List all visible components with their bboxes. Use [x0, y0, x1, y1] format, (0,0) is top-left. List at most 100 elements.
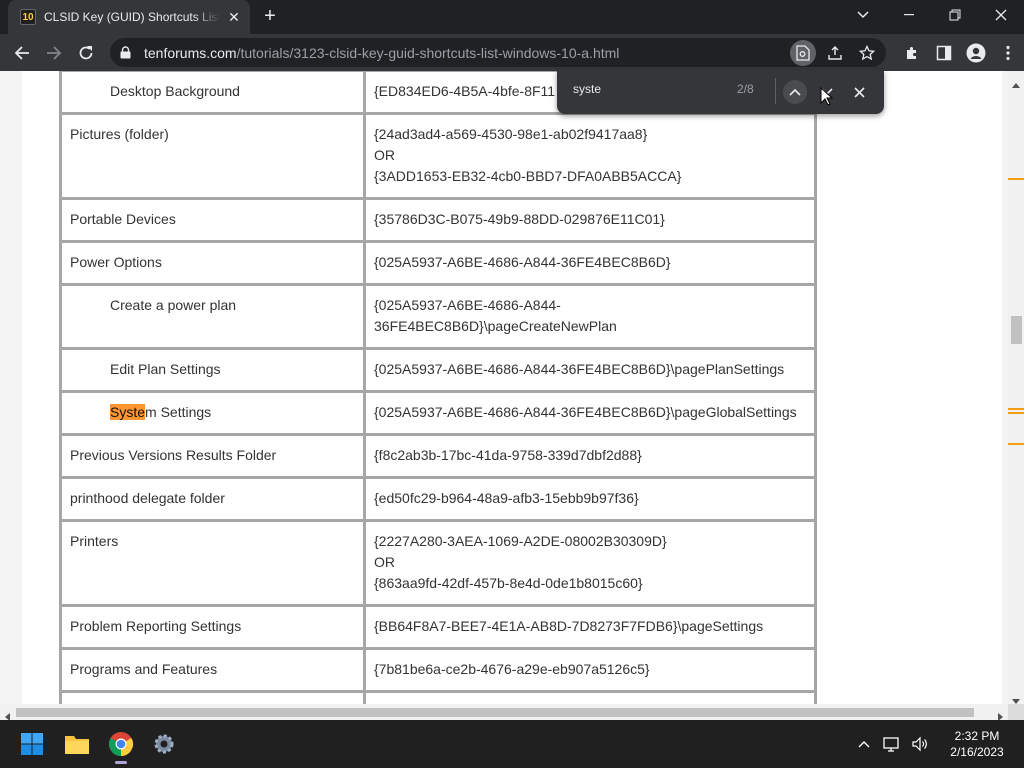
find-match-marker	[1008, 412, 1024, 414]
address-bar[interactable]: tenforums.com/tutorials/3123-clsid-key-g…	[110, 38, 886, 67]
horizontal-scrollbar[interactable]	[0, 704, 1008, 721]
file-explorer-folder-icon[interactable]	[59, 726, 95, 762]
vertical-scrollbar[interactable]	[1008, 71, 1024, 704]
windows-start-icon[interactable]	[14, 726, 50, 762]
find-divider	[775, 78, 776, 104]
row-guid-cell: {025A5937-A6BE-4686-A844- 36FE4BEC8B6D}\…	[363, 283, 817, 350]
scroll-down-arrow-icon[interactable]	[1012, 692, 1020, 704]
share-icon[interactable]	[822, 40, 848, 66]
url-text: tenforums.com/tutorials/3123-clsid-key-g…	[144, 45, 619, 61]
url-path: /tutorials/3123-clsid-key-guid-shortcuts…	[236, 44, 620, 61]
row-guid-cell: {24ad3ad4-a569-4530-98e1-ab02f9417aa8} O…	[363, 112, 817, 200]
tab-title: CLSID Key (GUID) Shortcuts List f	[44, 10, 220, 24]
table-row: printhood delegate folder {ed50fc29-b964-…	[59, 476, 817, 522]
more-menu-icon[interactable]	[992, 38, 1024, 67]
restore-icon[interactable]	[932, 0, 978, 30]
row-name-cell: Desktop Background	[59, 71, 366, 115]
find-input[interactable]: syste	[573, 82, 601, 96]
omnibox-actions	[784, 40, 880, 66]
extensions-puzzle-icon[interactable]	[896, 38, 928, 67]
row-name-cell: printhood delegate folder	[59, 476, 366, 522]
tab-strip: 10 CLSID Key (GUID) Shortcuts List f ✕ +	[0, 0, 1024, 34]
find-match-marker	[1008, 178, 1024, 180]
row-name-cell: Programs and Features	[59, 647, 366, 693]
table-row: Power Options {025A5937-A6BE-4686-A844-36…	[59, 240, 817, 286]
row-guid-cell: {025A5937-A6BE-4686-A844-36FE4BEC8B6D}	[363, 240, 817, 286]
find-bar: syste 2/8	[557, 70, 884, 114]
horizontal-scroll-thumb[interactable]	[16, 708, 974, 717]
minimize-icon[interactable]	[886, 0, 932, 30]
tenforums-favicon-icon: 10	[20, 9, 36, 25]
url-host: tenforums.com	[144, 44, 237, 61]
find-previous-chevron-up-icon[interactable]	[783, 80, 807, 104]
table-row: Programs and Features {7b81be6a-ce2b-4676…	[59, 647, 817, 693]
reload-icon[interactable]	[72, 39, 100, 67]
side-panel-icon[interactable]	[928, 38, 960, 67]
taskbar-clock[interactable]: 2:32 PM 2/16/2023	[942, 728, 1012, 760]
system-tray: 2:32 PM 2/16/2023	[850, 720, 1024, 768]
table-row: Problem Reporting Settings {BB64F8A7-BEE7…	[59, 604, 817, 650]
find-highlight: Syste	[110, 404, 146, 420]
row-name-cell: Portable Devices	[59, 197, 366, 243]
table-row: Pictures (folder) {24ad3ad4-a569-4530-98e…	[59, 112, 817, 200]
row-guid-cell: {35786D3C-B075-49b9-88DD-029876E11C01}	[363, 197, 817, 243]
table-row: Portable Devices {35786D3C-B075-49b9-88DD…	[59, 197, 817, 243]
row-name-cell: Public (folder)	[59, 690, 366, 704]
speaker-volume-icon[interactable]	[909, 733, 931, 755]
row-guid-cell: {025A5937-A6BE-4686-A844-36FE4BEC8B6D}\p…	[363, 347, 817, 393]
table-row: Public (folder){4336a54d-038b-4685-ab02-…	[59, 690, 817, 704]
table-row: System Settings {025A5937-A6BE-4686-A844-…	[59, 390, 817, 436]
window-controls	[840, 0, 1024, 34]
row-guid-cell: {025A5937-A6BE-4686-A844-36FE4BEC8B6D}\p…	[363, 390, 817, 436]
table-row: Printers {2227A280-3AEA-1069-A2DE-08002B3…	[59, 519, 817, 607]
browser-tab[interactable]: 10 CLSID Key (GUID) Shortcuts List f ✕	[8, 0, 250, 34]
windows-taskbar: 2:32 PM 2/16/2023	[0, 720, 1024, 768]
row-guid-cell: {ed50fc29-b964-48a9-afb3-15ebb9b97f36}	[363, 476, 817, 522]
find-match-marker	[1008, 408, 1024, 410]
new-tab-plus-icon[interactable]: +	[258, 4, 282, 28]
tab-close-icon[interactable]: ✕	[226, 9, 242, 26]
mouse-cursor-icon	[820, 86, 834, 107]
row-name-cell: System Settings	[59, 390, 366, 436]
clock-date: 2/16/2023	[950, 745, 1004, 759]
row-guid-cell: {4336a54d-038b-4685-ab02-99bb52d3fb8b}	[363, 690, 817, 704]
bookmark-star-icon[interactable]	[854, 40, 880, 66]
row-name-cell: Edit Plan Settings	[59, 347, 366, 393]
row-name-cell: Pictures (folder)	[59, 112, 366, 200]
page-content-column: Desktop Background {ED834ED6-4B5A-4bfe-8F…	[22, 71, 1002, 704]
clock-time: 2:32 PM	[954, 729, 1000, 743]
row-guid-cell: {BB64F8A7-BEE7-4E1A-AB8D-7D8273F7FDB6}\p…	[363, 604, 817, 650]
row-name-cell: Create a power plan	[59, 283, 366, 350]
find-match-count: 2/8	[737, 82, 754, 96]
toolbar-right-icons	[896, 38, 1024, 67]
network-monitor-icon[interactable]	[881, 733, 903, 755]
clsid-table: Desktop Background {ED834ED6-4B5A-4bfe-8F…	[59, 71, 817, 704]
show-hidden-icons-chevron-up-icon[interactable]	[853, 733, 875, 755]
running-indicator	[115, 761, 127, 764]
tab-search-chevron-icon[interactable]	[840, 0, 886, 30]
vertical-scroll-thumb[interactable]	[1011, 316, 1022, 344]
lock-icon[interactable]	[118, 46, 132, 60]
row-name-text: m Settings	[145, 404, 212, 420]
find-close-icon[interactable]	[847, 80, 871, 104]
page-viewport: Desktop Background {ED834ED6-4B5A-4bfe-8F…	[0, 71, 1008, 704]
profile-avatar-icon[interactable]	[960, 38, 992, 67]
scroll-up-arrow-icon[interactable]	[1012, 75, 1020, 88]
row-guid-cell: {f8c2ab3b-17bc-41da-9758-339d7dbf2d88}	[363, 433, 817, 479]
find-match-marker	[1008, 443, 1024, 445]
row-guid-cell: {2227A280-3AEA-1069-A2DE-08002B30309D} O…	[363, 519, 817, 607]
find-in-page-icon[interactable]	[790, 40, 816, 66]
forward-arrow-icon[interactable]	[40, 39, 68, 67]
row-name-cell: Problem Reporting Settings	[59, 604, 366, 650]
close-window-icon[interactable]	[978, 0, 1024, 30]
browser-toolbar: tenforums.com/tutorials/3123-clsid-key-g…	[0, 34, 1024, 71]
table-row: Create a power plan {025A5937-A6BE-4686-A…	[59, 283, 817, 350]
row-name-cell: Previous Versions Results Folder	[59, 433, 366, 479]
settings-gear-icon[interactable]	[146, 726, 182, 762]
row-name-cell: Power Options	[59, 240, 366, 286]
chrome-browser-icon[interactable]	[103, 726, 139, 764]
scrollbar-corner	[1008, 704, 1024, 720]
row-guid-cell: {7b81be6a-ce2b-4676-a29e-eb907a5126c5}	[363, 647, 817, 693]
back-arrow-icon[interactable]	[8, 39, 36, 67]
row-name-cell: Printers	[59, 519, 366, 607]
